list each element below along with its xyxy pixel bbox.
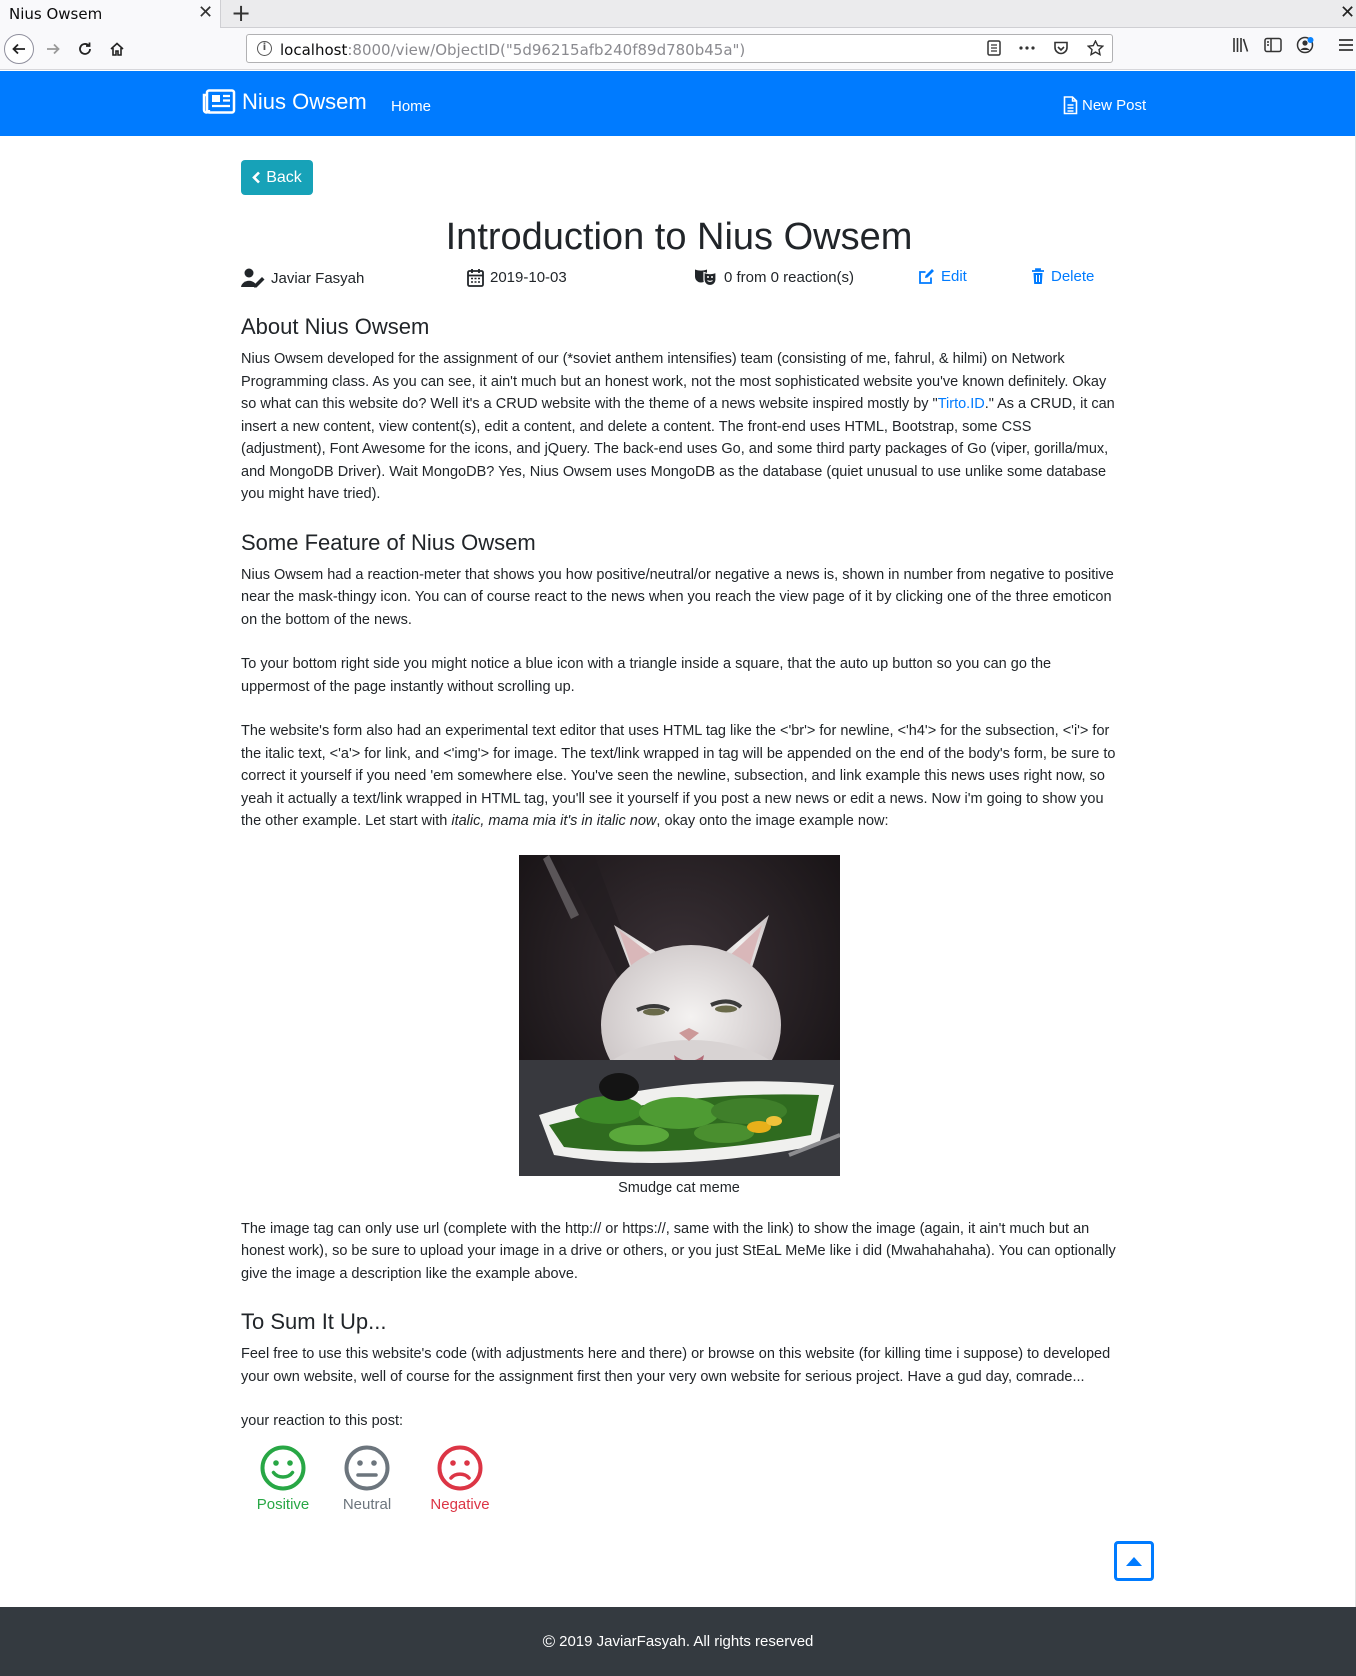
- scroll-to-top-button[interactable]: [1114, 1541, 1154, 1581]
- image-paragraph: The image tag can only use url (complete…: [241, 1220, 1116, 1282]
- site-navbar: Nius Owsem Home New Post: [0, 71, 1356, 136]
- edit-link[interactable]: Edit: [918, 268, 967, 285]
- feature-paragraph-2: To your bottom right side you might noti…: [241, 656, 1052, 695]
- neutral-label: Neutral: [342, 1495, 392, 1513]
- delete-label: Delete: [1051, 268, 1095, 285]
- browser-forward-button[interactable]: [38, 34, 68, 64]
- url-host: localhost: [280, 41, 348, 59]
- edit-label: Edit: [941, 268, 967, 285]
- browser-toolbar-right: [1232, 36, 1354, 54]
- feature-paragraph-3: The website's form also had an experimen…: [241, 720, 1117, 833]
- positive-label: Positive: [256, 1495, 310, 1513]
- reaction-prompt: your reaction to this post:: [241, 1413, 403, 1429]
- brand-link[interactable]: Nius Owsem: [202, 89, 367, 115]
- nav-home-link[interactable]: Home: [391, 98, 431, 115]
- sidebar-icon[interactable]: [1264, 37, 1282, 53]
- calendar-icon: [467, 269, 484, 287]
- brand-name: Nius Owsem: [242, 89, 367, 114]
- meh-icon: [344, 1445, 390, 1490]
- url-text[interactable]: localhost:8000/view/ObjectID("5d96215afb…: [280, 41, 745, 59]
- react-positive-button[interactable]: Positive: [251, 1445, 315, 1517]
- back-arrow-icon: [12, 43, 25, 55]
- react-negative-button[interactable]: Negative: [427, 1445, 493, 1517]
- react-neutral-button[interactable]: Neutral: [339, 1445, 395, 1517]
- browser-tab[interactable]: Nius Owsem ✕: [0, 0, 221, 28]
- reader-view-icon[interactable]: [987, 40, 1001, 56]
- url-path: :8000/view/ObjectID("5d96215afb240f89d78…: [347, 41, 746, 59]
- url-bar[interactable]: i localhost:8000/view/ObjectID("5d96215a…: [246, 34, 1113, 63]
- date-value: 2019-10-03: [490, 269, 567, 286]
- site-footer: © 2019 JaviarFasyah. All rights reserved: [0, 1607, 1356, 1676]
- library-icon[interactable]: [1232, 37, 1250, 53]
- section-heading-sum: To Sum It Up...: [241, 1309, 387, 1334]
- new-post-label: New Post: [1082, 97, 1147, 114]
- smile-icon: [260, 1445, 306, 1490]
- new-tab-button[interactable]: +: [231, 0, 251, 26]
- edit-icon: [919, 269, 934, 284]
- italic-example: italic, mama mia it's in italic now: [451, 813, 657, 829]
- menu-icon[interactable]: [1338, 38, 1354, 52]
- sum-paragraph: Feel free to use this website's code (wi…: [241, 1346, 1111, 1385]
- negative-label: Negative: [430, 1495, 490, 1513]
- window-close-icon[interactable]: ✕: [1340, 2, 1355, 23]
- file-icon: [1063, 96, 1078, 115]
- footer-text: 2019 JaviarFasyah. All rights reserved: [559, 1633, 814, 1650]
- site-info-icon[interactable]: i: [257, 41, 272, 56]
- about-paragraph: Nius Owsem developed for the assignment …: [241, 348, 1117, 506]
- image-caption: Smudge cat meme: [618, 1179, 740, 1196]
- back-button-label: Back: [266, 168, 302, 186]
- delete-link[interactable]: Delete: [1031, 268, 1094, 285]
- bookmark-star-icon[interactable]: [1087, 40, 1104, 56]
- more-icon[interactable]: [1019, 46, 1035, 50]
- reaction-buttons: Positive Neutral Negative: [251, 1445, 1117, 1517]
- author-name: Javiar Fasyah: [271, 269, 365, 287]
- post-title: Introduction to Nius Owsem: [445, 216, 913, 258]
- chevron-left-icon: [252, 171, 261, 184]
- user-edit-icon: [241, 268, 265, 288]
- theater-masks-icon: [695, 269, 717, 286]
- forward-arrow-icon: [47, 43, 60, 55]
- trash-icon: [1032, 268, 1044, 284]
- url-bar-actions: [987, 40, 1104, 56]
- post-author: Javiar Fasyah: [241, 268, 364, 288]
- section-heading-about: About Nius Owsem: [241, 314, 430, 339]
- browser-reload-button[interactable]: [70, 34, 100, 64]
- browser-back-button[interactable]: [4, 34, 34, 64]
- tirto-link[interactable]: Tirto.ID: [938, 396, 985, 412]
- section-heading-feature: Some Feature of Nius Owsem: [241, 529, 536, 555]
- home-icon: [110, 42, 124, 56]
- smudge-cat-image: [518, 854, 840, 1176]
- post-body: About Nius Owsem Nius Owsem developed fo…: [241, 312, 1117, 1516]
- frown-icon: [437, 1445, 483, 1490]
- copyright-icon: ©: [542, 1631, 556, 1651]
- post-reaction-meter: 0 from 0 reaction(s): [694, 268, 854, 286]
- new-post-link[interactable]: New Post: [1063, 96, 1146, 115]
- browser-home-button[interactable]: [102, 34, 132, 64]
- back-button[interactable]: Back: [241, 160, 313, 195]
- feature-paragraph-1: Nius Owsem had a reaction-meter that sho…: [241, 566, 1114, 628]
- newspaper-icon: [202, 89, 236, 114]
- pocket-icon[interactable]: [1053, 41, 1069, 56]
- feature-text-2: , okay onto the image example now:: [656, 813, 889, 829]
- caret-up-icon: [1126, 1557, 1142, 1566]
- reload-icon: [79, 42, 91, 55]
- account-icon[interactable]: [1296, 36, 1314, 54]
- browser-toolbar: i localhost:8000/view/ObjectID("5d96215a…: [0, 28, 1356, 70]
- reaction-meter-value: 0 from 0 reaction(s): [724, 268, 855, 286]
- tab-title: Nius Owsem: [9, 5, 103, 23]
- browser-tab-bar: Nius Owsem ✕ + ✕: [0, 0, 1356, 28]
- tab-close-icon[interactable]: ✕: [198, 2, 213, 23]
- post-figure: Smudge cat meme: [241, 854, 1117, 1198]
- post-date: 2019-10-03: [467, 268, 567, 287]
